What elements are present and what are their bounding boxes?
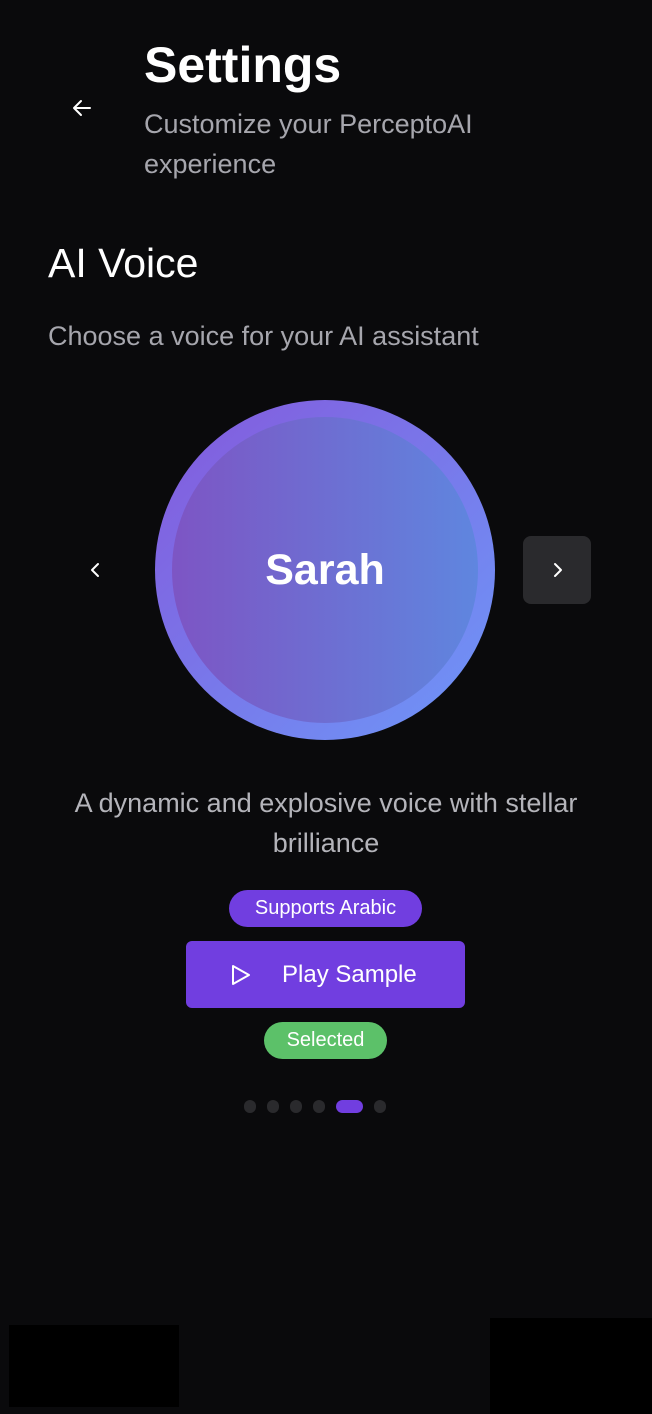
section-description: Choose a voice for your AI assistant	[48, 321, 479, 351]
pagination-dot[interactable]	[267, 1100, 279, 1113]
chevron-left-icon	[91, 563, 99, 577]
pagination-dot[interactable]	[374, 1100, 386, 1113]
play-sample-label: Play Sample	[282, 960, 417, 988]
voice-description: A dynamic and explosive voice with stell…	[74, 788, 578, 858]
section-title: AI Voice	[48, 240, 199, 286]
pagination-dot[interactable]	[244, 1100, 256, 1113]
redacted-block	[490, 1318, 652, 1414]
previous-voice-button[interactable]	[78, 552, 114, 588]
back-button[interactable]	[66, 92, 98, 124]
voice-avatar[interactable]: Sarah	[155, 400, 495, 740]
pagination-dot[interactable]	[313, 1100, 325, 1113]
redacted-block	[9, 1325, 179, 1407]
selected-badge: Selected	[264, 1022, 387, 1059]
pagination-dots	[244, 1100, 386, 1113]
chevron-right-icon	[554, 563, 562, 577]
arrow-left-icon	[73, 100, 91, 116]
pagination-dot[interactable]	[290, 1100, 302, 1113]
page-subtitle: Customize your PerceptoAI experience	[144, 109, 473, 179]
language-badge: Supports Arabic	[229, 890, 422, 927]
play-sample-button[interactable]: Play Sample	[186, 941, 465, 1008]
next-voice-button[interactable]	[523, 536, 591, 604]
voice-name: Sarah	[172, 417, 478, 723]
play-icon	[232, 964, 250, 985]
page-title: Settings	[144, 37, 342, 93]
pagination-dot-active[interactable]	[336, 1100, 363, 1113]
